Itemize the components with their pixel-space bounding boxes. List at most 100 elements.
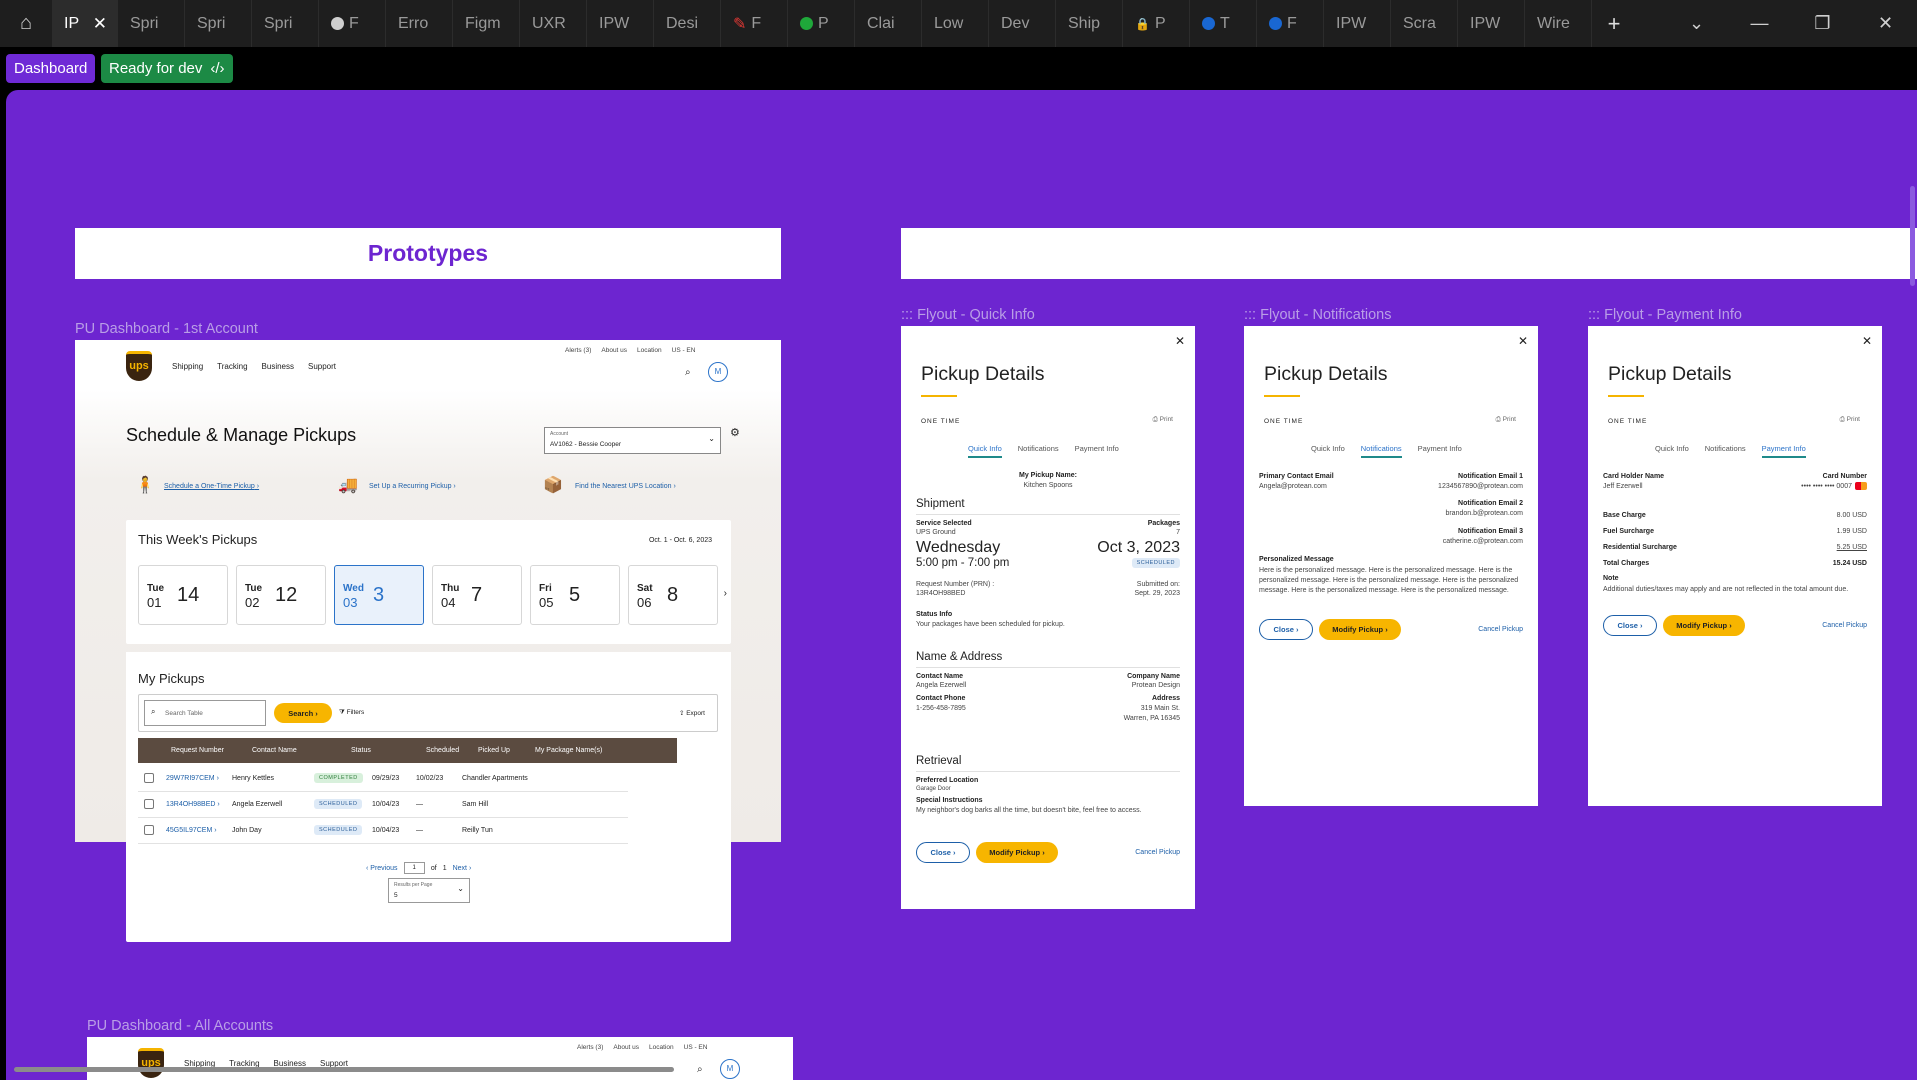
browser-tab-14[interactable]: Dev <box>989 0 1056 47</box>
browser-tab-19[interactable]: IPW <box>1324 0 1391 47</box>
day-card-5[interactable]: Sat 06 8 <box>628 565 718 625</box>
tab-notifications[interactable]: Notifications <box>1018 444 1059 458</box>
recurring-pickup-link[interactable]: Set Up a Recurring Pickup › <box>369 483 456 490</box>
print-button[interactable]: ⎙ Print <box>1153 416 1173 424</box>
cell-req[interactable]: 45G5IL97CEM › <box>166 827 217 834</box>
flyout-quick-info[interactable]: ✕ Pickup Details ONE TIME ⎙ Print Quick … <box>901 326 1195 909</box>
row-checkbox[interactable] <box>144 825 154 835</box>
schedule-one-time-link[interactable]: Schedule a One-Time Pickup › <box>164 483 259 490</box>
row-checkbox[interactable] <box>144 773 154 783</box>
browser-tab-2[interactable]: Spri <box>185 0 252 47</box>
search-button[interactable]: Search › <box>274 703 332 723</box>
previous-page-link[interactable]: ‹ Previous <box>366 865 398 872</box>
flyout-payment-info[interactable]: ✕ Pickup Details ONE TIME ⎙ Print Quick … <box>1588 326 1882 806</box>
nav-support[interactable]: Support <box>308 362 336 371</box>
browser-tab-15[interactable]: Ship <box>1056 0 1123 47</box>
search-input[interactable]: ⌕ Search Table <box>144 700 266 726</box>
dashboard-badge[interactable]: Dashboard <box>6 54 96 83</box>
day-card-2[interactable]: Wed 03 3 <box>334 565 424 625</box>
settings-gear-icon[interactable]: ⚙ <box>730 426 740 439</box>
close-button[interactable]: Close › <box>1259 619 1313 640</box>
browser-tab-0[interactable]: IP ✕ <box>52 0 118 47</box>
frame-label-dashboard-1[interactable]: PU Dashboard - 1st Account <box>75 321 258 337</box>
next-page-link[interactable]: Next › <box>453 865 472 872</box>
browser-tab-8[interactable]: IPW <box>587 0 654 47</box>
tab-payment-info[interactable]: Payment Info <box>1418 444 1462 458</box>
nearest-location-link[interactable]: Find the Nearest UPS Location › <box>575 483 676 490</box>
row-checkbox[interactable] <box>144 799 154 809</box>
day-card-4[interactable]: Fri 05 5 <box>530 565 620 625</box>
page-input[interactable]: 1 <box>403 862 425 874</box>
language-link[interactable]: US - EN <box>672 347 696 354</box>
close-tab-icon[interactable]: ✕ <box>93 14 107 34</box>
modify-pickup-button[interactable]: Modify Pickup › <box>1319 619 1401 640</box>
browser-tab-3[interactable]: Spri <box>252 0 319 47</box>
about-link[interactable]: About us <box>601 347 627 354</box>
browser-tab-6[interactable]: Figm <box>453 0 520 47</box>
results-per-page-select[interactable]: Results per Page 5 ⌄ <box>388 878 470 903</box>
tab-quick-info[interactable]: Quick Info <box>1655 444 1689 458</box>
browser-tab-4[interactable]: F <box>319 0 386 47</box>
avatar[interactable]: M <box>708 362 728 382</box>
search-icon[interactable]: ⌕ <box>697 1064 703 1075</box>
browser-tab-12[interactable]: Clai <box>855 0 922 47</box>
cancel-pickup-link[interactable]: Cancel Pickup <box>1822 622 1867 629</box>
browser-tab-10[interactable]: ✎ F <box>721 0 788 47</box>
account-select[interactable]: Account AV1062 - Bessie Cooper ⌄ <box>544 427 721 454</box>
dashboard-frame-all-accounts[interactable]: ups Shipping Tracking Business Support A… <box>87 1037 793 1080</box>
print-button[interactable]: ⎙ Print <box>1840 416 1860 424</box>
nav-tracking[interactable]: Tracking <box>217 362 247 371</box>
flyout-notifications[interactable]: ✕ Pickup Details ONE TIME ⎙ Print Quick … <box>1244 326 1538 806</box>
cancel-pickup-link[interactable]: Cancel Pickup <box>1135 849 1180 856</box>
browser-tab-5[interactable]: Erro <box>386 0 453 47</box>
browser-tab-16[interactable]: 🔒 P <box>1123 0 1190 47</box>
cell-req[interactable]: 29W7RI97CEM › <box>166 775 219 782</box>
minimize-icon[interactable]: — <box>1728 13 1791 34</box>
close-icon[interactable]: ✕ <box>1862 334 1872 348</box>
day-card-0[interactable]: Tue 01 14 <box>138 565 228 625</box>
frame-label-flyout-payment[interactable]: ::: Flyout - Payment Info <box>1588 307 1742 323</box>
tab-notifications[interactable]: Notifications <box>1705 444 1746 458</box>
chevron-right-icon[interactable]: › <box>724 588 727 599</box>
browser-tab-13[interactable]: Low <box>922 0 989 47</box>
design-canvas[interactable]: Prototypes PU Dashboard - 1st Account up… <box>6 90 1917 1080</box>
browser-tab-21[interactable]: IPW <box>1458 0 1525 47</box>
filters-button[interactable]: ⧩ Filters <box>339 709 364 717</box>
browser-tab-20[interactable]: Scra <box>1391 0 1458 47</box>
nav-shipping[interactable]: Shipping <box>172 362 203 371</box>
new-tab-button[interactable]: + <box>1592 0 1636 47</box>
close-icon[interactable]: ✕ <box>1518 334 1528 348</box>
nav-business[interactable]: Business <box>262 362 294 371</box>
close-icon[interactable]: ✕ <box>1175 334 1185 348</box>
browser-tab-1[interactable]: Spri <box>118 0 185 47</box>
export-button[interactable]: ⇪ Export <box>679 709 705 717</box>
close-button[interactable]: Close › <box>1603 615 1657 636</box>
day-card-3[interactable]: Thu 04 7 <box>432 565 522 625</box>
horizontal-scrollbar[interactable] <box>14 1067 674 1072</box>
ready-for-dev-badge[interactable]: Ready for dev ‹/› <box>101 54 233 83</box>
modify-pickup-button[interactable]: Modify Pickup › <box>976 842 1058 863</box>
tab-payment-info[interactable]: Payment Info <box>1761 444 1806 458</box>
tab-quick-info[interactable]: Quick Info <box>968 444 1002 458</box>
alerts-link[interactable]: Alerts (3) <box>565 347 591 354</box>
tab-quick-info[interactable]: Quick Info <box>1311 444 1345 458</box>
browser-tab-22[interactable]: Wire <box>1525 0 1592 47</box>
frame-label-flyout-notifications[interactable]: ::: Flyout - Notifications <box>1244 307 1391 323</box>
modify-pickup-button[interactable]: Modify Pickup › <box>1663 615 1745 636</box>
cell-req[interactable]: 13R4OH98BED › <box>166 801 220 808</box>
empty-header-frame[interactable] <box>901 228 1917 279</box>
chevron-down-icon[interactable]: ⌄ <box>1665 13 1728 34</box>
tab-notifications[interactable]: Notifications <box>1360 444 1402 458</box>
vertical-scrollbar[interactable] <box>1910 186 1915 286</box>
browser-tab-18[interactable]: F <box>1257 0 1324 47</box>
frame-label-dashboard-2[interactable]: PU Dashboard - All Accounts <box>87 1018 273 1034</box>
print-button[interactable]: ⎙ Print <box>1496 416 1516 424</box>
tab-payment-info[interactable]: Payment Info <box>1075 444 1119 458</box>
cancel-pickup-link[interactable]: Cancel Pickup <box>1478 626 1523 633</box>
browser-tab-17[interactable]: T <box>1190 0 1257 47</box>
home-icon[interactable]: ⌂ <box>0 0 52 47</box>
browser-tab-9[interactable]: Desi <box>654 0 721 47</box>
close-button[interactable]: Close › <box>916 842 970 863</box>
browser-tab-11[interactable]: P <box>788 0 855 47</box>
restore-icon[interactable]: ❐ <box>1791 13 1854 34</box>
